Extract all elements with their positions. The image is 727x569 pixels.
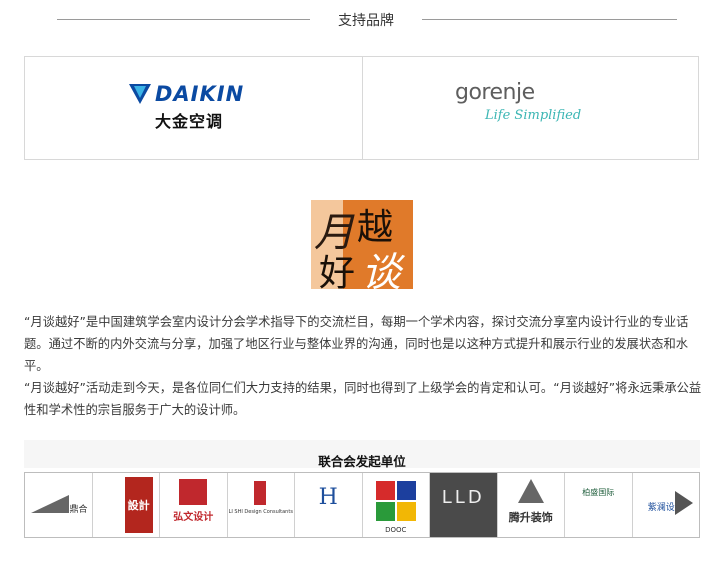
sponsor-label: 鼎合: [69, 505, 88, 515]
sponsor-logo[interactable]: 鼎合: [25, 473, 93, 537]
hongwen-icon: [179, 479, 207, 505]
sponsor-logo[interactable]: 紫澜设计: [632, 473, 699, 537]
sponsor-logo-strip: 鼎合 藍色 設計 弘文设计 LI SHI Design Consultants …: [24, 472, 700, 538]
yuetan-logo: 月 越 好 谈: [311, 200, 413, 289]
sponsor-label: 腾升装饰: [508, 511, 553, 524]
sponsor-label: LLD: [441, 487, 485, 508]
gorenje-wordmark: gorenje: [455, 80, 535, 105]
section-header: 支持品牌: [0, 6, 727, 34]
gorenje-tagline: Life Simplified: [485, 108, 582, 123]
tengsheng-icon: [517, 479, 544, 503]
header-rule-left: [57, 19, 310, 20]
sponsor-label: 藍色 設計: [101, 499, 150, 512]
daikin-triangle-icon: [129, 84, 151, 104]
daikin-logo[interactable]: DAIKIN 大金空调: [129, 82, 259, 131]
daikin-wordmark: DAIKIN: [155, 82, 245, 106]
sponsor-logo[interactable]: 柏盛国际: [565, 473, 633, 537]
gorenje-logo[interactable]: gorenje Life Simplified: [455, 80, 595, 132]
sponsor-logo[interactable]: H: [295, 473, 363, 537]
sponsor-logo[interactable]: LI SHI Design Consultants: [227, 473, 295, 537]
dooc-squares-icon: [375, 481, 416, 521]
sponsor-logo[interactable]: DOOC: [362, 473, 430, 537]
sponsor-label: 柏盛国际: [582, 488, 615, 497]
section-title: 支持品牌: [338, 13, 394, 29]
sponsor-logo[interactable]: 腾升装饰: [497, 473, 565, 537]
logo-char: 谈: [361, 250, 401, 289]
sponsor-logo[interactable]: 藍色 設計: [92, 473, 160, 537]
lishi-icon: [253, 481, 266, 505]
description-paragraph-1: “月谈越好”是中国建筑学会室内设计分会学术指导下的交流栏目，每期一个学术内容，探…: [24, 315, 689, 373]
description-paragraph-2: “月谈越好”活动走到今天，是各位同仁们大力支持的结果，同时也得到了上级学会的肯定…: [24, 381, 702, 417]
sponsor-logo[interactable]: 弘文设计: [160, 473, 228, 537]
sponsor-title: 联合会发起单位: [318, 454, 406, 469]
sponsor-label: 弘文设计: [173, 512, 214, 523]
sponsor-logo[interactable]: LLD: [430, 473, 498, 537]
zilan-arrow-icon: [675, 491, 693, 515]
header-rule-right: [422, 19, 677, 20]
brand-panel: DAIKIN 大金空调: [24, 56, 699, 160]
dinghe-icon: [31, 495, 69, 513]
brand-divider: [362, 57, 363, 159]
sponsor-label: DOOC: [385, 526, 407, 534]
daikin-chinese: 大金空调: [155, 112, 224, 131]
logo-char: 好: [319, 253, 356, 289]
sponsor-label: LI SHI Design Consultants: [228, 509, 293, 515]
sponsor-label: H: [318, 485, 338, 510]
